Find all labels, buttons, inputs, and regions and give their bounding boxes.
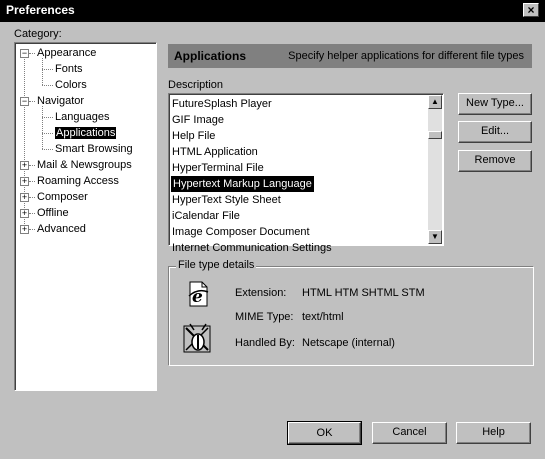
tree-item-label: Languages [55, 111, 110, 123]
tree-item[interactable]: Languages [55, 110, 109, 124]
tree-item[interactable]: Fonts [55, 62, 83, 76]
cancel-button-label: Cancel [372, 422, 447, 444]
tree-item[interactable]: Advanced [37, 222, 86, 236]
window-title: Preferences [6, 3, 75, 17]
edit-button[interactable]: Edit... [458, 121, 532, 143]
tree-item[interactable]: Appearance [37, 46, 96, 60]
list-item[interactable]: Image Composer Document [172, 224, 310, 240]
tree-item[interactable]: Mail & Newsgroups [37, 158, 132, 172]
tree-connector [42, 69, 53, 70]
tree-connector [29, 101, 35, 102]
tree-item-label: Fonts [55, 63, 83, 75]
tree-connector [29, 197, 35, 198]
list-item[interactable]: GIF Image [172, 112, 224, 128]
scroll-down-button[interactable]: ▼ [428, 230, 442, 244]
category-label: Category: [14, 28, 62, 40]
scroll-down-icon: ▼ [431, 232, 439, 241]
title-bar: Preferences × [0, 0, 545, 22]
list-item[interactable]: Internet Communication Settings [172, 240, 332, 256]
scroll-thumb[interactable] [428, 131, 442, 139]
tree-connector [42, 58, 43, 85]
tree-item-label: Offline [37, 207, 69, 219]
panel-header: Applications Specify helper applications… [168, 44, 532, 68]
ok-button-label: OK [288, 422, 361, 444]
tree-connector [29, 165, 35, 166]
tree-item[interactable]: Navigator [37, 94, 84, 108]
tree-item[interactable]: Composer [37, 190, 88, 204]
list-item[interactable]: Help File [172, 128, 215, 144]
tree-connector [42, 85, 53, 86]
file-type-list[interactable]: Internet Communication Settings Image Com… [168, 93, 444, 254]
tree-item-label: Smart Browsing [55, 143, 133, 155]
close-icon: × [527, 3, 535, 17]
expand-icon[interactable]: + [20, 161, 29, 170]
list-item[interactable]: HTML Application [172, 144, 258, 160]
remove-button[interactable]: Remove [458, 150, 532, 172]
list-item[interactable]: HyperText Style Sheet [172, 192, 281, 208]
tree-connector [29, 229, 35, 230]
netscape-icon [182, 322, 214, 356]
file-type-details-label: File type details [176, 259, 257, 271]
tree-item-label: Applications [55, 127, 117, 139]
scroll-up-button[interactable]: ▲ [428, 95, 442, 109]
tree-item-label: Mail & Newsgroups [37, 159, 132, 171]
expand-icon[interactable]: + [20, 193, 29, 202]
panel-description: Specify helper applications for differen… [288, 50, 524, 62]
mime-type-value: text/html [302, 311, 344, 323]
list-item[interactable]: Hypertext Markup Language [171, 176, 314, 192]
tree-item[interactable]: Roaming Access [37, 174, 119, 188]
help-button[interactable]: Help [456, 422, 531, 444]
tree-item[interactable]: Offline [37, 206, 69, 220]
tree-item-label: Colors [55, 79, 87, 91]
description-label: Description [168, 79, 224, 91]
extension-value: HTML HTM SHTML STM [302, 287, 425, 299]
expand-icon[interactable]: + [20, 177, 29, 186]
tree-connector [29, 181, 35, 182]
list-item[interactable]: HyperTerminal File [172, 160, 264, 176]
edit-button-label: Edit... [458, 121, 532, 143]
tree-item-label: Navigator [37, 95, 85, 107]
tree-item-label: Roaming Access [37, 175, 119, 187]
list-item[interactable]: iCalendar File [172, 208, 240, 224]
category-tree[interactable]: − Appearance Fonts Colors − Navigator Language… [14, 42, 157, 391]
list-scrollbar[interactable]: ▲ ▼ [428, 95, 442, 244]
handled-by-value: Netscape (internal) [302, 337, 395, 349]
tree-item[interactable]: Applications [55, 126, 117, 140]
tree-connector [42, 117, 53, 118]
handled-by-label: Handled By: [235, 337, 295, 349]
scroll-up-icon: ▲ [431, 97, 439, 106]
tree-connector [29, 53, 35, 54]
collapse-icon[interactable]: − [20, 97, 29, 106]
extension-label: Extension: [235, 287, 287, 299]
expand-icon[interactable]: + [20, 225, 29, 234]
panel-title: Applications [174, 49, 247, 63]
expand-icon[interactable]: + [20, 209, 29, 218]
tree-item[interactable]: Smart Browsing [55, 142, 133, 156]
mime-type-label: MIME Type: [235, 311, 294, 323]
tree-connector [42, 133, 53, 134]
new-type-button-label: New Type... [458, 93, 532, 115]
collapse-icon[interactable]: − [20, 49, 29, 58]
tree-item-label: Appearance [37, 47, 97, 59]
tree-connector [42, 149, 53, 150]
new-type-button[interactable]: New Type... [458, 93, 532, 115]
help-button-label: Help [456, 422, 531, 444]
tree-connector [29, 213, 35, 214]
tree-item[interactable]: Colors [55, 78, 87, 92]
ok-button[interactable]: OK [287, 421, 362, 445]
ie-document-icon: e [184, 280, 212, 308]
tree-connector [42, 106, 43, 149]
file-type-details-group [168, 266, 534, 366]
remove-button-label: Remove [458, 150, 532, 172]
list-item[interactable]: FutureSplash Player [172, 96, 272, 112]
tree-item-label: Advanced [37, 223, 86, 235]
cancel-button[interactable]: Cancel [372, 422, 447, 444]
close-button[interactable]: × [523, 3, 539, 17]
tree-item-label: Composer [37, 191, 88, 203]
